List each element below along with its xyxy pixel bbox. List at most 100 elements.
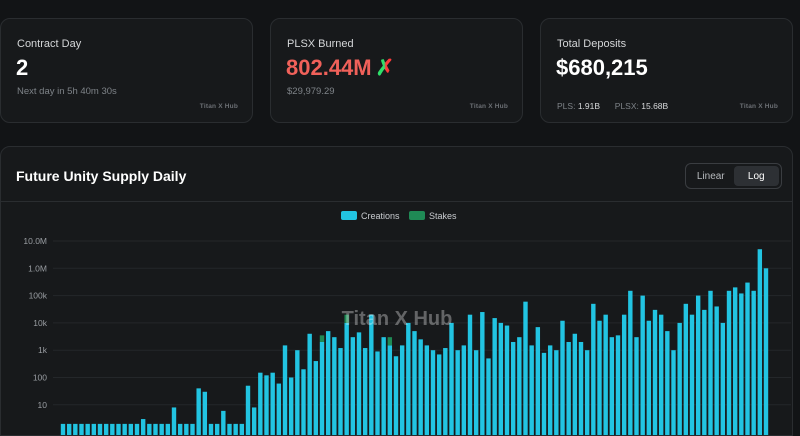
legend-label-stakes: Stakes: [429, 211, 457, 221]
creations-bar: [640, 296, 644, 436]
creations-bar: [98, 424, 102, 436]
creations-bar: [400, 345, 404, 436]
plsx-value: 15.68B: [641, 101, 668, 111]
creations-bar: [690, 315, 694, 436]
next-day-countdown: Next day in 5h 40m 30s: [17, 86, 117, 97]
stakes-bar: [320, 335, 324, 342]
creations-bar: [536, 327, 540, 436]
creations-bar: [616, 335, 620, 436]
creations-bar: [505, 326, 509, 436]
creations-bar: [369, 315, 373, 436]
creations-bar: [511, 342, 515, 436]
creations-bar: [258, 373, 262, 436]
contract-day-value: 2: [16, 55, 28, 81]
creations-bar: [437, 354, 441, 436]
card-label: PLSX Burned: [287, 38, 354, 50]
creations-bar: [486, 358, 490, 436]
creations-bar: [573, 334, 577, 436]
creations-bar: [381, 337, 385, 436]
creations-bar: [431, 350, 435, 436]
creations-bar: [104, 424, 108, 436]
creations-bar: [289, 378, 293, 436]
total-deposits-card: Total Deposits $680,215 PLS: 1.91B PLSX:…: [540, 18, 793, 123]
creations-bar: [110, 424, 114, 436]
creations-bar: [141, 419, 145, 436]
creations-bar: [326, 331, 330, 436]
pls-value: 1.91B: [578, 101, 600, 111]
creations-bar: [758, 249, 762, 436]
creations-bar: [196, 388, 200, 436]
creations-bar: [295, 350, 299, 436]
creations-bar: [468, 315, 472, 436]
creations-bar: [554, 350, 558, 436]
creations-bar: [388, 345, 392, 436]
creations-bar: [492, 318, 496, 436]
creations-bar: [764, 268, 768, 436]
creations-bar: [215, 424, 219, 436]
creations-bar: [739, 293, 743, 436]
creations-bar: [529, 345, 533, 436]
brand-watermark: Titan X Hub: [470, 103, 508, 110]
creations-bar: [628, 291, 632, 436]
creations-bar: [751, 291, 755, 436]
stakes-bar: [388, 337, 392, 345]
creations-bar: [116, 424, 120, 436]
y-tick-label: 10k: [33, 318, 47, 328]
creations-bar: [209, 424, 213, 436]
creations-bar: [499, 323, 503, 436]
card-label: Contract Day: [17, 38, 81, 50]
plsx-key: PLSX:: [615, 101, 639, 111]
creations-bar: [591, 304, 595, 436]
x-logo-icon: ✗: [376, 55, 394, 80]
y-tick-label: 1.0M: [28, 263, 47, 273]
creations-bar: [714, 306, 718, 436]
creations-bar: [264, 375, 268, 436]
creations-bar: [301, 369, 305, 436]
creations-bar: [474, 350, 478, 436]
creations-bar: [659, 315, 663, 436]
creations-bar: [412, 331, 416, 436]
plsx-burned-value: 802.44M✗: [286, 55, 394, 81]
creations-bar: [375, 351, 379, 436]
creations-bar: [203, 392, 207, 436]
y-tick-label: 10: [38, 400, 48, 410]
card-label: Total Deposits: [557, 38, 626, 50]
creations-bar: [270, 373, 274, 436]
legend-label-creations: Creations: [361, 211, 400, 221]
creations-bar: [122, 424, 126, 436]
creations-bar: [320, 342, 324, 436]
creations-bar: [332, 337, 336, 436]
plsx-burned-usd: $29,979.29: [287, 86, 335, 97]
creations-bar: [283, 345, 287, 436]
creations-bar: [684, 304, 688, 436]
creations-bar: [634, 337, 638, 436]
contract-day-card: Contract Day 2 Next day in 5h 40m 30s Ti…: [0, 18, 253, 123]
y-tick-label: 1k: [38, 345, 48, 355]
future-unity-supply-panel: Future Unity Supply Daily Linear Log Cre…: [0, 146, 793, 436]
creations-bar: [314, 361, 318, 436]
creations-bar: [745, 283, 749, 436]
creations-bar: [517, 337, 521, 436]
creations-bar: [721, 323, 725, 436]
creations-bar: [480, 312, 484, 436]
creations-bar: [603, 315, 607, 436]
creations-bar: [542, 353, 546, 436]
brand-watermark: Titan X Hub: [200, 103, 238, 110]
creations-bar: [178, 424, 182, 436]
pls-key: PLS:: [557, 101, 575, 111]
creations-bar: [135, 424, 139, 436]
chart-watermark: Titan X Hub: [342, 308, 453, 330]
y-tick-label: 10.0M: [23, 236, 47, 246]
creations-bar: [418, 339, 422, 436]
creations-bar: [351, 337, 355, 436]
creations-bar: [221, 411, 225, 436]
creations-bar: [233, 424, 237, 436]
brand-watermark: Titan X Hub: [740, 103, 778, 110]
creations-bar: [455, 350, 459, 436]
creations-bar: [566, 342, 570, 436]
creations-bar: [406, 323, 410, 436]
creations-bar: [67, 424, 71, 436]
creations-bar: [653, 310, 657, 436]
creations-bar: [610, 337, 614, 436]
creations-bar: [172, 407, 176, 436]
